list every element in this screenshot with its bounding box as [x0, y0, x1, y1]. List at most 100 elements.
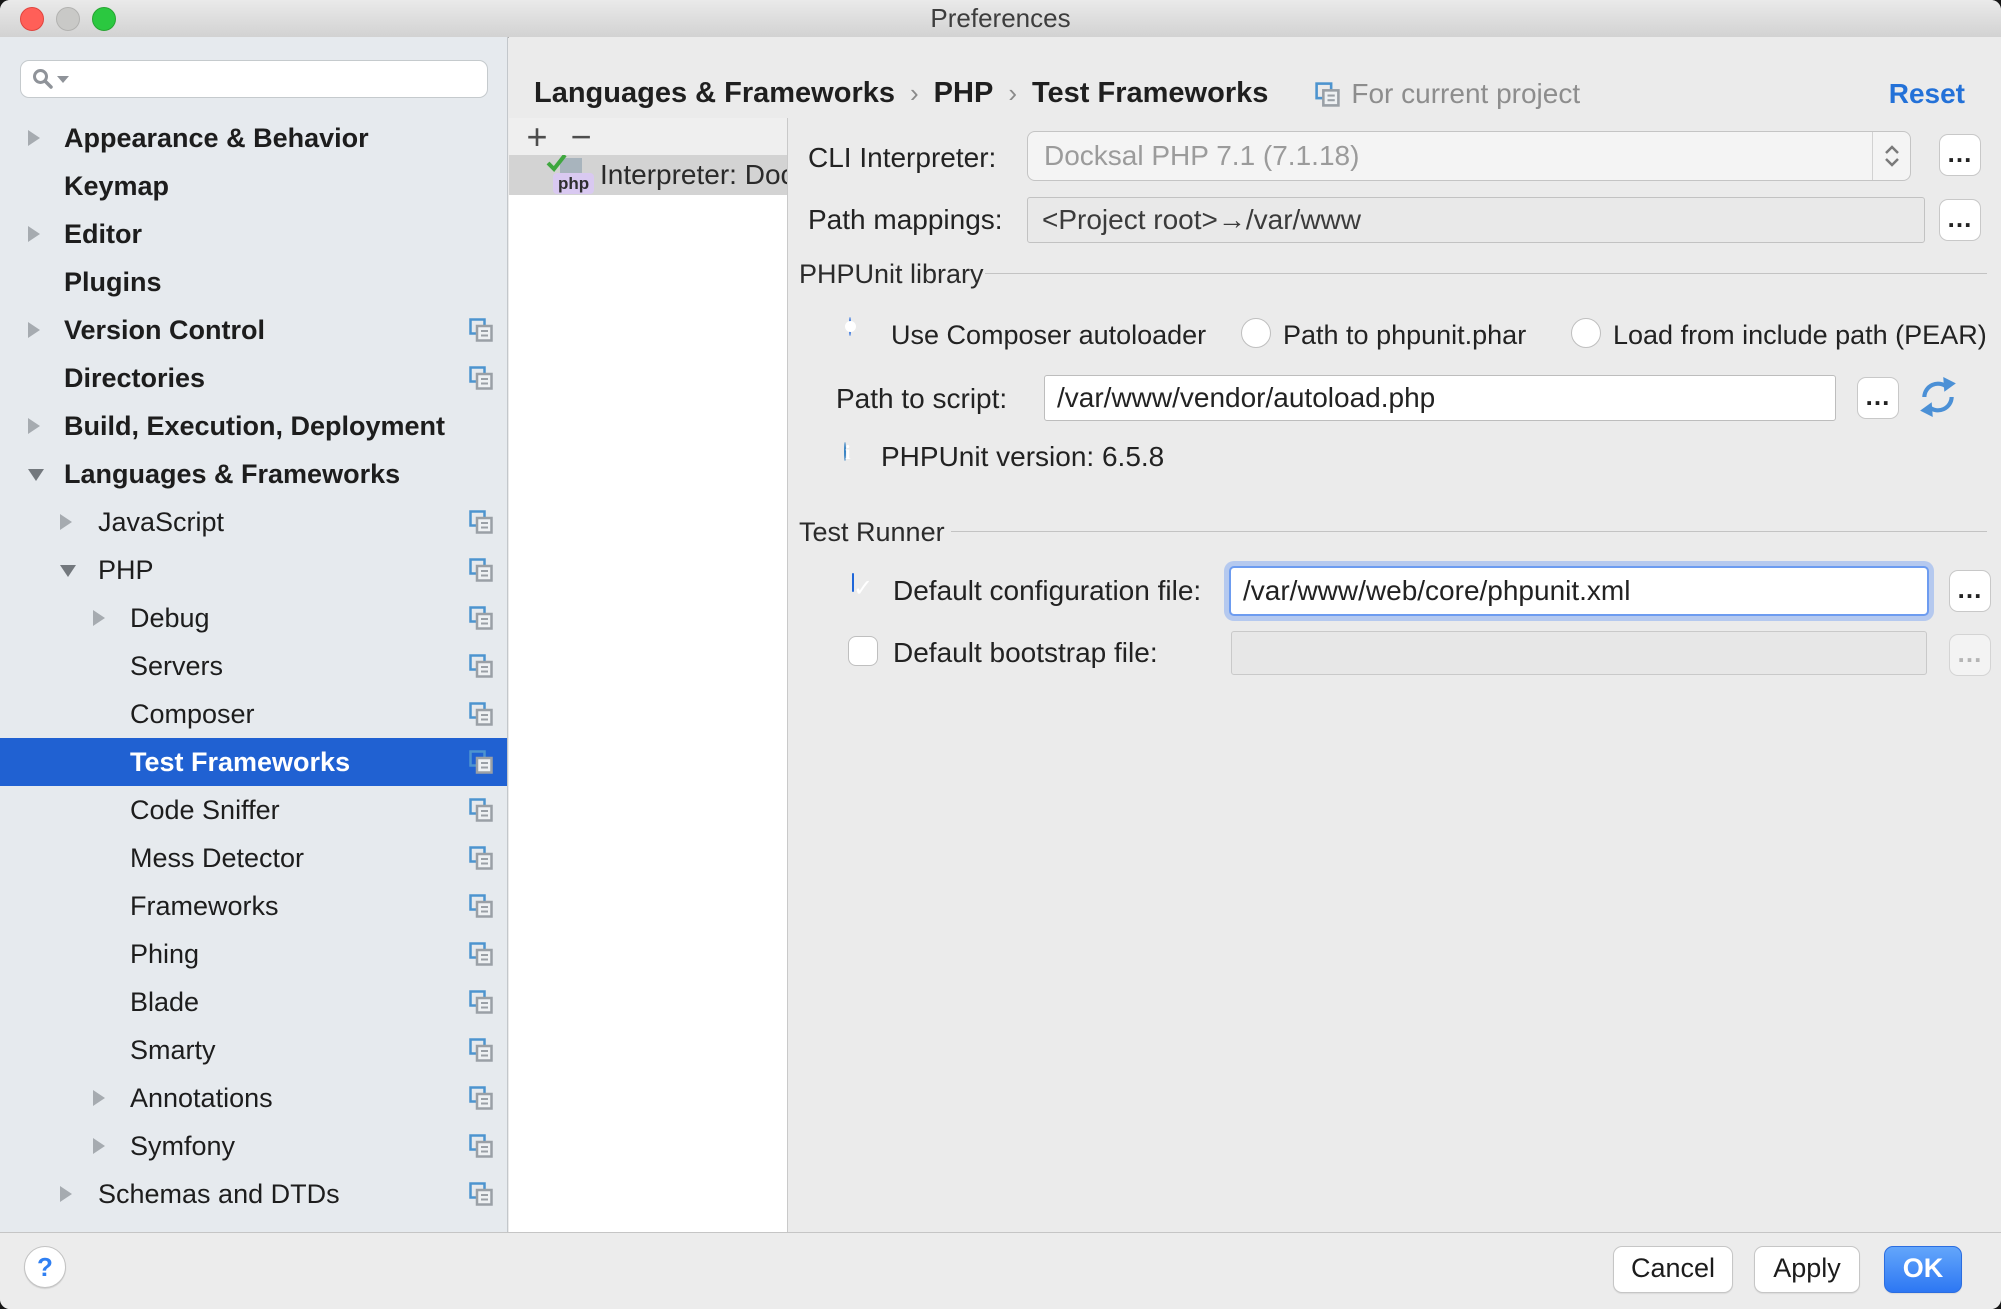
default-configuration-file-browse-button[interactable]: …: [1949, 570, 1991, 612]
sidebar-item-label: Directories: [64, 363, 205, 394]
sidebar-item-keymap[interactable]: Keymap: [0, 162, 507, 210]
chevron-right-icon[interactable]: [28, 322, 40, 338]
path-mappings-field[interactable]: <Project root>→/var/www: [1027, 197, 1925, 243]
sidebar-item-label: Composer: [130, 699, 255, 730]
remove-interpreter-button[interactable]: −: [559, 120, 603, 154]
help-button[interactable]: ?: [24, 1246, 66, 1288]
path-to-script-label: Path to script:: [836, 383, 1007, 415]
per-project-settings-icon: [468, 605, 494, 631]
sidebar-item-build-execution-deployment[interactable]: Build, Execution, Deployment: [0, 402, 507, 450]
sidebar-item-servers[interactable]: Servers: [0, 642, 507, 690]
sidebar-item-label: Annotations: [130, 1083, 273, 1114]
sidebar-item-label: Plugins: [64, 267, 162, 298]
scope-indicator: For current project: [1314, 78, 1580, 110]
search-icon: [31, 67, 55, 91]
radio-load-from-include-path[interactable]: [1571, 318, 1601, 348]
sidebar-item-code-sniffer[interactable]: Code Sniffer: [0, 786, 507, 834]
sidebar-item-label: Debug: [130, 603, 210, 634]
phpunit-library-section-title: PHPUnit library: [799, 258, 984, 290]
path-to-script-browse-button[interactable]: …: [1857, 377, 1899, 419]
ok-button[interactable]: OK: [1884, 1246, 1962, 1293]
default-bootstrap-file-checkbox[interactable]: [848, 636, 878, 666]
radio-use-composer-autoloader[interactable]: [849, 317, 851, 336]
chevron-right-icon[interactable]: [28, 418, 40, 434]
reset-link[interactable]: Reset: [1889, 78, 1965, 110]
default-bootstrap-file-browse-button: …: [1949, 634, 1991, 676]
per-project-settings-icon: [468, 893, 494, 919]
sidebar-item-directories[interactable]: Directories: [0, 354, 507, 402]
sidebar-item-javascript[interactable]: JavaScript: [0, 498, 507, 546]
test-frameworks-settings: CLI Interpreter: Docksal PHP 7.1 (7.1.18…: [789, 118, 2001, 1232]
search-input[interactable]: [75, 64, 477, 94]
sidebar-item-label: Code Sniffer: [130, 795, 280, 826]
per-project-settings-icon: [468, 557, 494, 583]
sidebar-item-schemas-and-dtds[interactable]: Schemas and DTDs: [0, 1170, 507, 1218]
cli-interpreter-browse-button[interactable]: …: [1939, 134, 1981, 176]
radio-path-to-phpunit-phar[interactable]: [1241, 318, 1271, 348]
sidebar-item-version-control[interactable]: Version Control: [0, 306, 507, 354]
chevron-right-icon[interactable]: [60, 1186, 72, 1202]
radio-label-composer[interactable]: Use Composer autoloader: [891, 319, 1206, 351]
sidebar-item-symfony[interactable]: Symfony: [0, 1122, 507, 1170]
sidebar-item-label: Servers: [130, 651, 223, 682]
breadcrumb-php[interactable]: PHP: [934, 77, 994, 110]
default-configuration-file-checkbox[interactable]: [852, 573, 854, 592]
phpunit-version-note: PHPUnit version: 6.5.8: [881, 442, 1164, 472]
chevron-right-icon[interactable]: [28, 130, 40, 146]
sidebar-item-label: Phing: [130, 939, 199, 970]
chevron-down-icon[interactable]: [60, 565, 76, 577]
radio-label-pear[interactable]: Load from include path (PEAR): [1613, 319, 1987, 351]
per-project-settings-icon: [468, 701, 494, 727]
default-configuration-file-label[interactable]: Default configuration file:: [893, 575, 1201, 607]
breadcrumb-separator: ›: [993, 78, 1032, 109]
cli-interpreter-select[interactable]: Docksal PHP 7.1 (7.1.18): [1027, 131, 1911, 181]
sidebar-item-php[interactable]: PHP: [0, 546, 507, 594]
default-configuration-file-input[interactable]: [1229, 566, 1929, 616]
reload-phpunit-version-icon[interactable]: [1917, 376, 1959, 418]
chevron-right-icon[interactable]: [93, 1090, 105, 1106]
scope-label: For current project: [1351, 78, 1580, 110]
sidebar-item-mess-detector[interactable]: Mess Detector: [0, 834, 507, 882]
sidebar-item-smarty[interactable]: Smarty: [0, 1026, 507, 1074]
settings-header: Languages & Frameworks › PHP › Test Fram…: [509, 37, 2001, 118]
interpreter-item-label: Interpreter: Dock: [600, 159, 787, 191]
per-project-settings-icon: [468, 653, 494, 679]
sidebar-item-languages-frameworks[interactable]: Languages & Frameworks: [0, 450, 507, 498]
radio-label-phar[interactable]: Path to phpunit.phar: [1283, 319, 1526, 351]
per-project-settings-icon: [468, 1181, 494, 1207]
checkmark-icon: [546, 155, 568, 174]
section-divider: [951, 531, 1987, 532]
sidebar-item-editor[interactable]: Editor: [0, 210, 507, 258]
sidebar-item-debug[interactable]: Debug: [0, 594, 507, 642]
interpreter-list-toolbar: + −: [509, 118, 787, 155]
sidebar-item-annotations[interactable]: Annotations: [0, 1074, 507, 1122]
chevron-right-icon[interactable]: [60, 514, 72, 530]
sidebar-item-label: Schemas and DTDs: [98, 1179, 340, 1210]
settings-search-field[interactable]: [20, 60, 488, 98]
chevron-down-icon[interactable]: [28, 469, 44, 481]
add-interpreter-button[interactable]: +: [515, 120, 559, 154]
sidebar-item-appearance-behavior[interactable]: Appearance & Behavior: [0, 114, 507, 162]
sidebar-item-plugins[interactable]: Plugins: [0, 258, 507, 306]
stepper-arrows-icon[interactable]: [1872, 132, 1910, 180]
sidebar-item-blade[interactable]: Blade: [0, 978, 507, 1026]
chevron-right-icon[interactable]: [28, 226, 40, 242]
breadcrumb-test-frameworks[interactable]: Test Frameworks: [1032, 77, 1268, 110]
chevron-right-icon[interactable]: [93, 610, 105, 626]
path-mappings-browse-button[interactable]: …: [1939, 199, 1981, 241]
sidebar-item-label: JavaScript: [98, 507, 224, 538]
interpreter-list-item[interactable]: php Interpreter: Dock: [509, 155, 787, 195]
sidebar-item-test-frameworks[interactable]: Test Frameworks: [0, 738, 507, 786]
sidebar-item-phing[interactable]: Phing: [0, 930, 507, 978]
search-options-chevron-icon[interactable]: [57, 76, 69, 83]
cancel-button[interactable]: Cancel: [1613, 1246, 1733, 1293]
default-bootstrap-file-label[interactable]: Default bootstrap file:: [893, 637, 1158, 669]
chevron-right-icon[interactable]: [93, 1138, 105, 1154]
path-to-script-input[interactable]: [1044, 375, 1836, 421]
sidebar-item-frameworks[interactable]: Frameworks: [0, 882, 507, 930]
breadcrumb-languages-frameworks[interactable]: Languages & Frameworks: [534, 77, 895, 110]
apply-button[interactable]: Apply: [1754, 1246, 1860, 1293]
sidebar-item-composer[interactable]: Composer: [0, 690, 507, 738]
breadcrumb-separator: ›: [895, 78, 934, 109]
info-icon: [844, 442, 846, 461]
